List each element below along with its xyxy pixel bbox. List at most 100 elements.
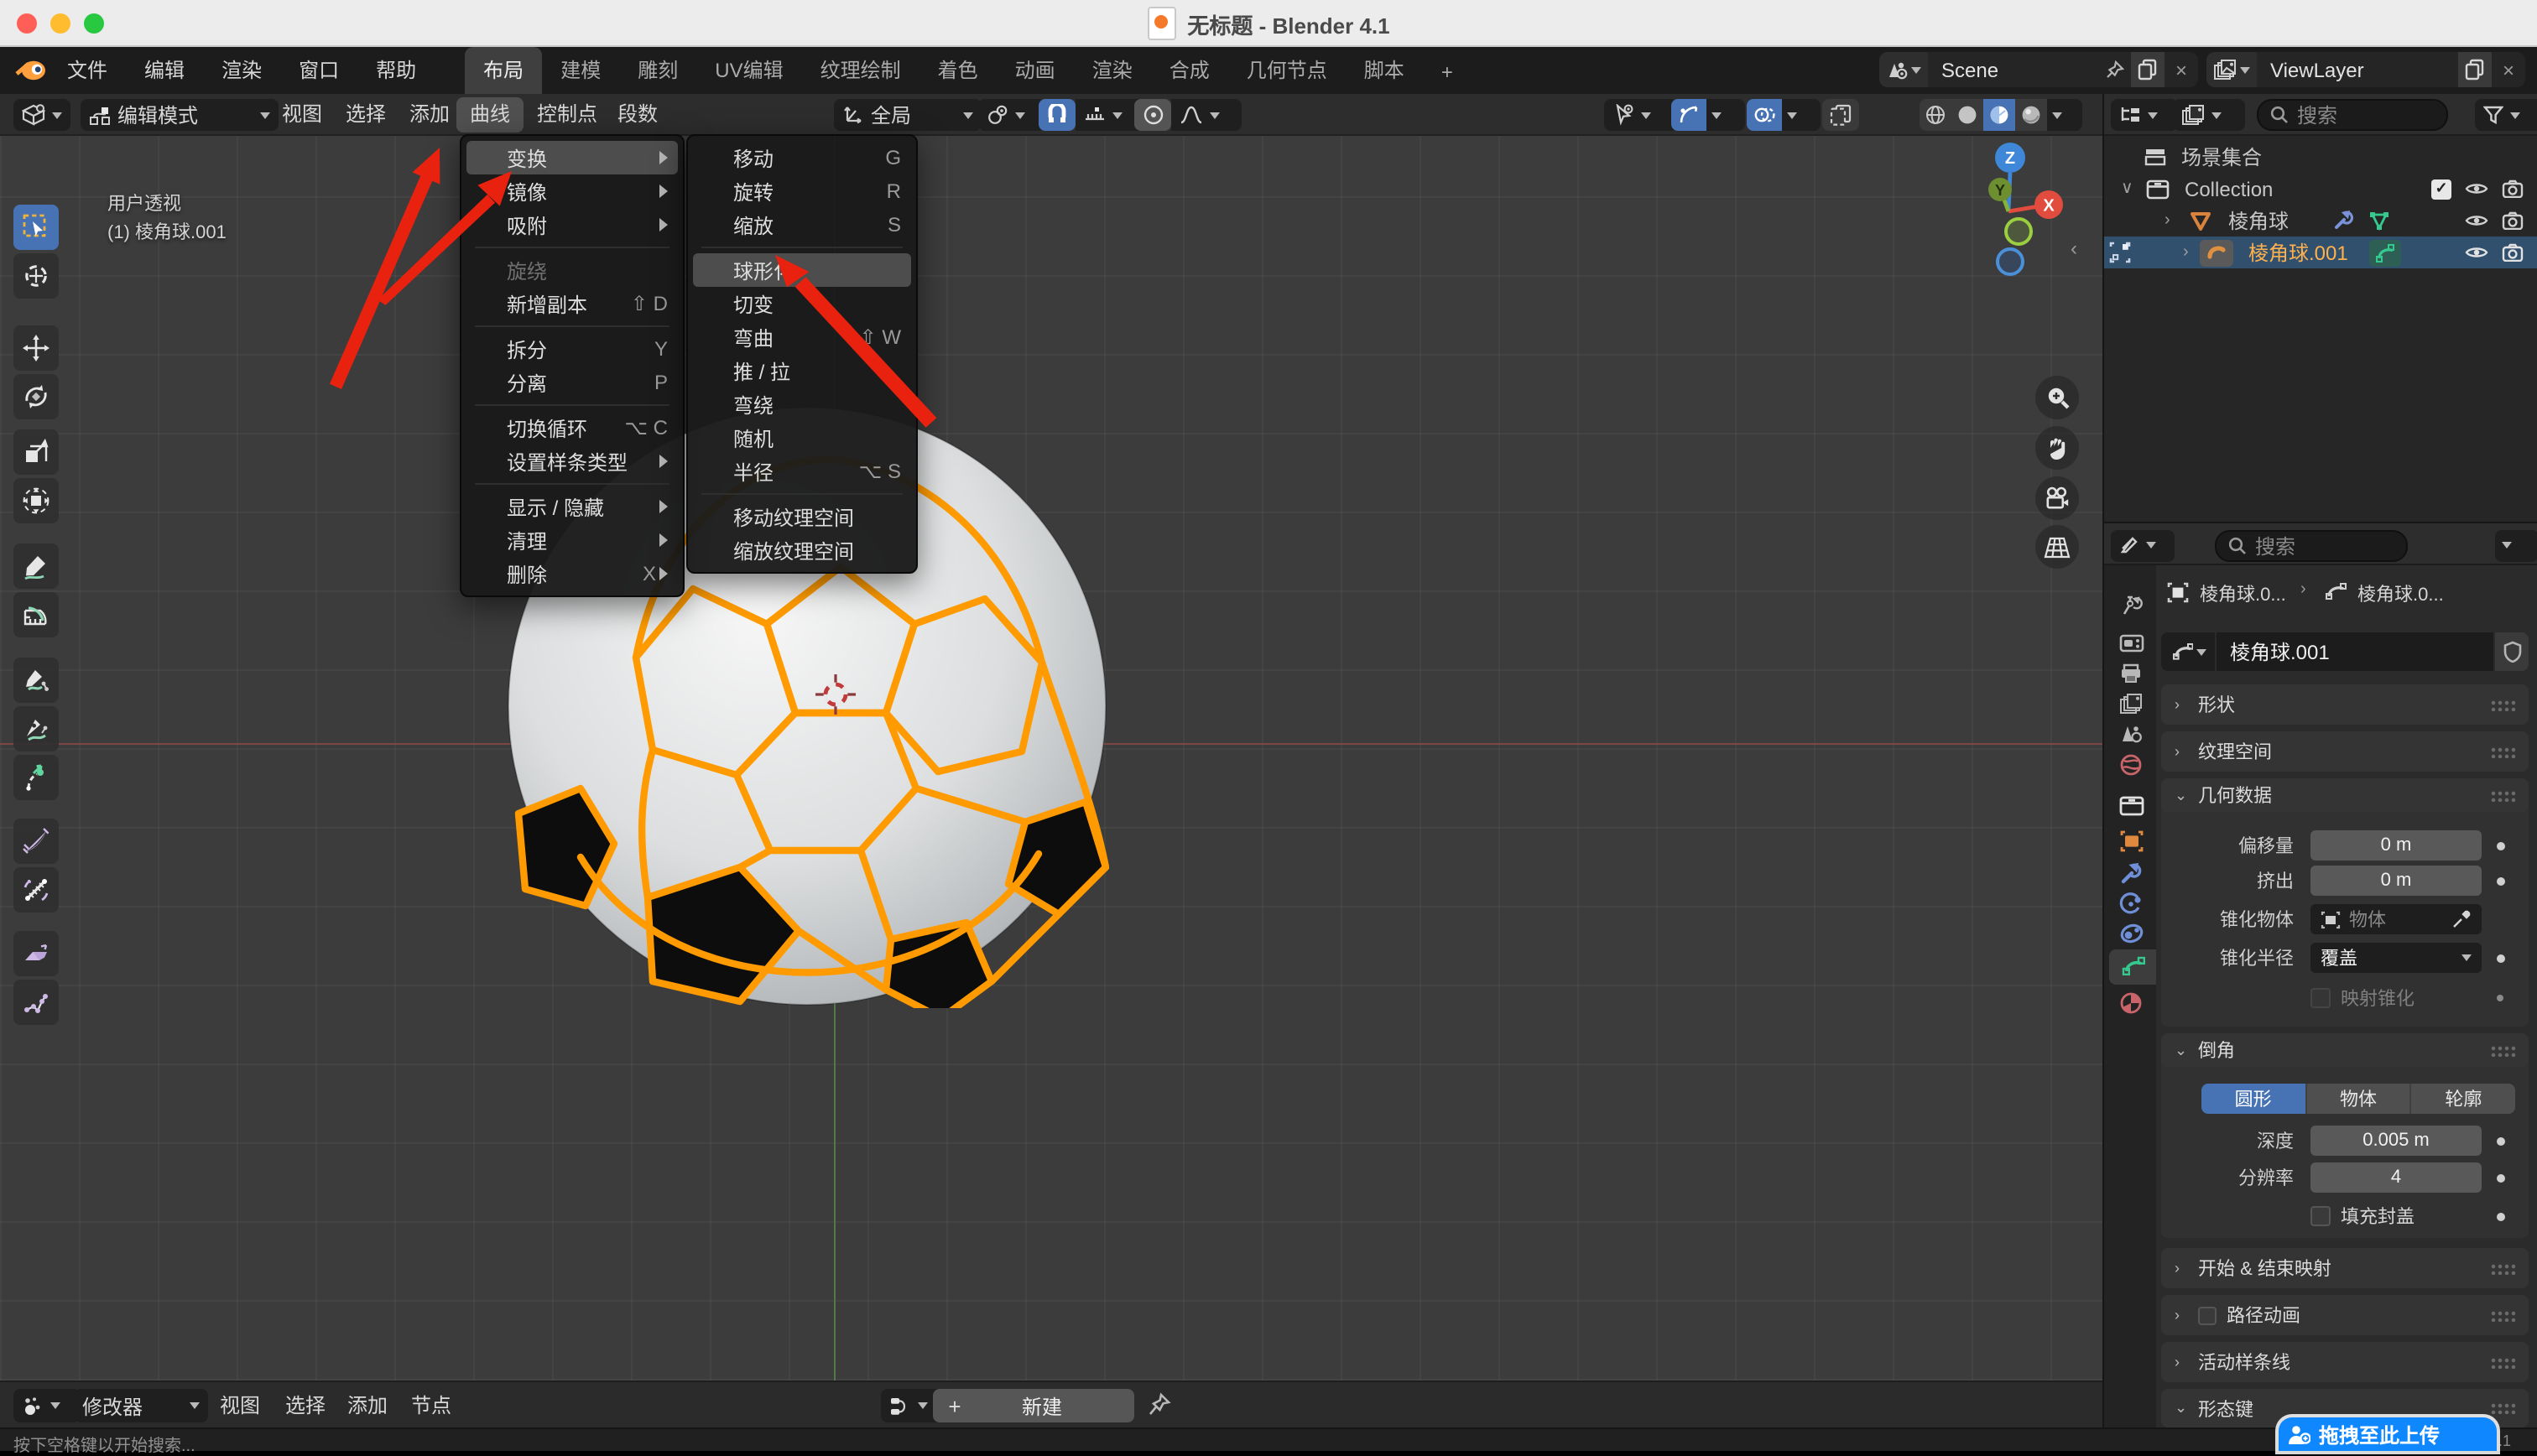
viewlayer-icon[interactable] xyxy=(2206,52,2257,87)
scene-name[interactable]: Scene xyxy=(1928,58,2097,81)
resolution-field[interactable]: 4 xyxy=(2310,1162,2482,1193)
unlink-scene-icon[interactable]: × xyxy=(2165,52,2198,87)
menu-item-scale[interactable]: 缩放S xyxy=(688,208,916,242)
panel-grip[interactable] xyxy=(2490,1262,2515,1274)
animate-dot-icon[interactable] xyxy=(2497,876,2505,885)
bevel-mode-object[interactable]: 物体 xyxy=(2306,1084,2411,1114)
eyedropper-icon[interactable] xyxy=(2451,909,2472,929)
new-scene-copy-icon[interactable] xyxy=(2131,52,2165,87)
tab-uv-editing[interactable]: UV编辑 xyxy=(696,47,801,94)
animate-dot-icon[interactable] xyxy=(2497,841,2505,850)
hide-eye-icon[interactable] xyxy=(2465,181,2488,196)
gizmo-dropdown[interactable] xyxy=(1706,99,1745,131)
tab-sculpting[interactable]: 雕刻 xyxy=(619,47,696,94)
footer-menu-select[interactable]: 选择 xyxy=(272,1382,339,1429)
new-node-tree-button[interactable]: + 新建 xyxy=(933,1389,1134,1422)
menu-window[interactable]: 窗口 xyxy=(280,47,357,94)
menu-item-separate[interactable]: 分离P xyxy=(461,366,683,399)
viewport-canvas[interactable]: 用户透视 (1) 棱角球.001 ‹ Z Y X xyxy=(0,136,2102,1381)
menu-item-duplicate[interactable]: 新增副本⇧ D xyxy=(461,287,683,320)
outliner-editor-type-button[interactable] xyxy=(2111,99,2178,131)
menu-item-mirror[interactable]: 镜像 xyxy=(461,174,683,208)
snap-toggle[interactable] xyxy=(1039,99,1076,131)
bevel-mode-round[interactable]: 圆形 xyxy=(2201,1084,2306,1114)
menu-select[interactable]: 选择 xyxy=(332,94,399,136)
tab-layout[interactable]: 布局 xyxy=(465,47,542,94)
mode-dropdown[interactable]: 编辑模式 xyxy=(81,99,279,131)
tab-object-icon[interactable] xyxy=(2109,824,2153,859)
extrude-field[interactable]: 0 m xyxy=(2310,866,2482,896)
panel-path-animation[interactable]: › 路径动画 xyxy=(2161,1295,2529,1335)
shading-material-button[interactable] xyxy=(1983,99,2015,131)
data-name-field[interactable]: 棱角球.001 xyxy=(2217,632,2493,671)
outliner-row-curve-object-selected[interactable]: › 棱角球.001 xyxy=(2104,237,2537,268)
panel-texture-space[interactable]: ›纹理空间 xyxy=(2161,731,2529,772)
properties-search-input[interactable]: 搜索 xyxy=(2215,529,2408,561)
tool-transform[interactable] xyxy=(13,478,59,523)
menu-control-points[interactable]: 控制点 xyxy=(524,94,611,136)
path-animation-checkbox[interactable] xyxy=(2198,1306,2217,1324)
depth-field[interactable]: 0.005 m xyxy=(2310,1126,2482,1156)
gizmo-toggle[interactable] xyxy=(1671,99,1706,131)
menu-item-scale-texture-space[interactable]: 缩放纹理空间 xyxy=(688,533,916,567)
footer-menu-add[interactable]: 添加 xyxy=(334,1382,401,1429)
tool-select-box[interactable] xyxy=(13,205,59,250)
tab-texture-paint[interactable]: 纹理绘制 xyxy=(802,47,919,94)
tool-radius[interactable] xyxy=(13,819,59,864)
breadcrumb-object-name[interactable]: 棱角球.0... xyxy=(2200,580,2286,607)
menu-edit[interactable]: 编辑 xyxy=(126,47,203,94)
bottom-editor-type-button[interactable] xyxy=(13,1389,81,1422)
pin-node-tree-icon[interactable] xyxy=(1148,1392,1171,1417)
mesh-expand-arrow[interactable]: › xyxy=(2165,211,2170,230)
zoom-view-button[interactable] xyxy=(2035,376,2079,419)
tool-randomize[interactable] xyxy=(13,980,59,1025)
tab-tool-icon[interactable] xyxy=(2109,587,2153,622)
tool-annotate[interactable] xyxy=(13,543,59,589)
viewlayer-selector[interactable]: ViewLayer × xyxy=(2206,52,2525,87)
properties-editor-type-button[interactable] xyxy=(2111,529,2175,561)
outliner-filter-dropdown[interactable] xyxy=(2475,99,2537,131)
panel-active-spline[interactable]: ›活动样条线 xyxy=(2161,1342,2529,1382)
menu-item-shear[interactable]: 切变 xyxy=(688,287,916,320)
edit-mode-indicator-icon[interactable] xyxy=(2109,242,2131,263)
mesh-object-label[interactable]: 棱角球 xyxy=(2228,206,2289,235)
footer-menu-node[interactable]: 节点 xyxy=(398,1382,465,1429)
active-curve-object-label[interactable]: 棱角球.001 xyxy=(2248,238,2348,267)
tool-move[interactable] xyxy=(13,325,59,371)
tool-extrude-curve[interactable] xyxy=(13,755,59,800)
menu-item-radius[interactable]: 半径⌥ S xyxy=(688,455,916,488)
panel-bevel-header[interactable]: ⌄倒角 xyxy=(2161,1033,2529,1067)
outliner-display-mode-dropdown[interactable] xyxy=(2173,99,2245,131)
proportional-editing-toggle[interactable] xyxy=(1134,99,1171,131)
menu-view[interactable]: 视图 xyxy=(268,94,336,136)
animate-dot-icon[interactable] xyxy=(2497,1212,2505,1220)
properties-options-dropdown[interactable] xyxy=(2495,529,2537,561)
panel-grip[interactable] xyxy=(2490,746,2515,757)
hide-eye-icon[interactable] xyxy=(2465,213,2488,228)
xray-toggle[interactable] xyxy=(1822,99,1859,131)
menu-item-cleanup[interactable]: 清理 xyxy=(461,523,683,557)
tool-measure[interactable] xyxy=(13,592,59,637)
shading-dropdown[interactable] xyxy=(2047,99,2082,131)
outliner-search-input[interactable]: 搜索 xyxy=(2257,99,2448,131)
outliner-row-scene-collection[interactable]: 场景集合 xyxy=(2104,141,2537,173)
remove-viewlayer-icon[interactable]: × xyxy=(2492,52,2525,87)
shading-wireframe-button[interactable] xyxy=(1920,99,1951,131)
tab-geometry-nodes[interactable]: 几何节点 xyxy=(1228,47,1346,94)
fill-caps-checkbox[interactable] xyxy=(2310,1206,2331,1226)
add-workspace-button[interactable]: + xyxy=(1423,52,1472,94)
tool-draw-curve[interactable] xyxy=(13,658,59,703)
menu-item-spin[interactable]: 旋绕 xyxy=(461,253,683,287)
tab-shading[interactable]: 着色 xyxy=(919,47,997,94)
tool-rotate[interactable] xyxy=(13,374,59,419)
animate-dot-icon[interactable] xyxy=(2497,1173,2505,1182)
panel-grip[interactable] xyxy=(2490,1309,2515,1321)
tool-scale[interactable] xyxy=(13,429,59,475)
blender-logo-icon[interactable] xyxy=(15,59,49,82)
pivot-point-dropdown[interactable] xyxy=(978,99,1045,131)
tool-cursor[interactable] xyxy=(13,253,59,299)
animate-dot-icon[interactable] xyxy=(2497,1136,2505,1145)
tool-curve-pen[interactable] xyxy=(13,706,59,751)
pan-view-button[interactable] xyxy=(2035,426,2079,470)
outliner-row-collection[interactable]: ∨ Collection ✓ xyxy=(2104,173,2537,205)
